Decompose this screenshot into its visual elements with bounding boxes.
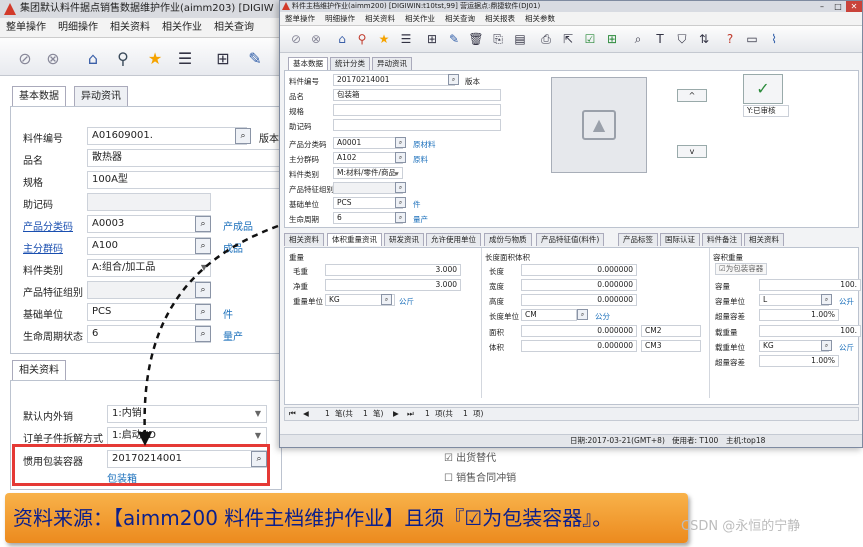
arrow-head xyxy=(138,432,152,446)
watermark: CSDN @永恒的宁静 xyxy=(681,519,801,534)
connector-arrow-path xyxy=(143,224,279,439)
callout-banner: 资料来源：【aimm200 料件主档维护作业】且须『☑为包装容器』。 xyxy=(5,493,688,543)
connector-arrow xyxy=(138,224,279,446)
